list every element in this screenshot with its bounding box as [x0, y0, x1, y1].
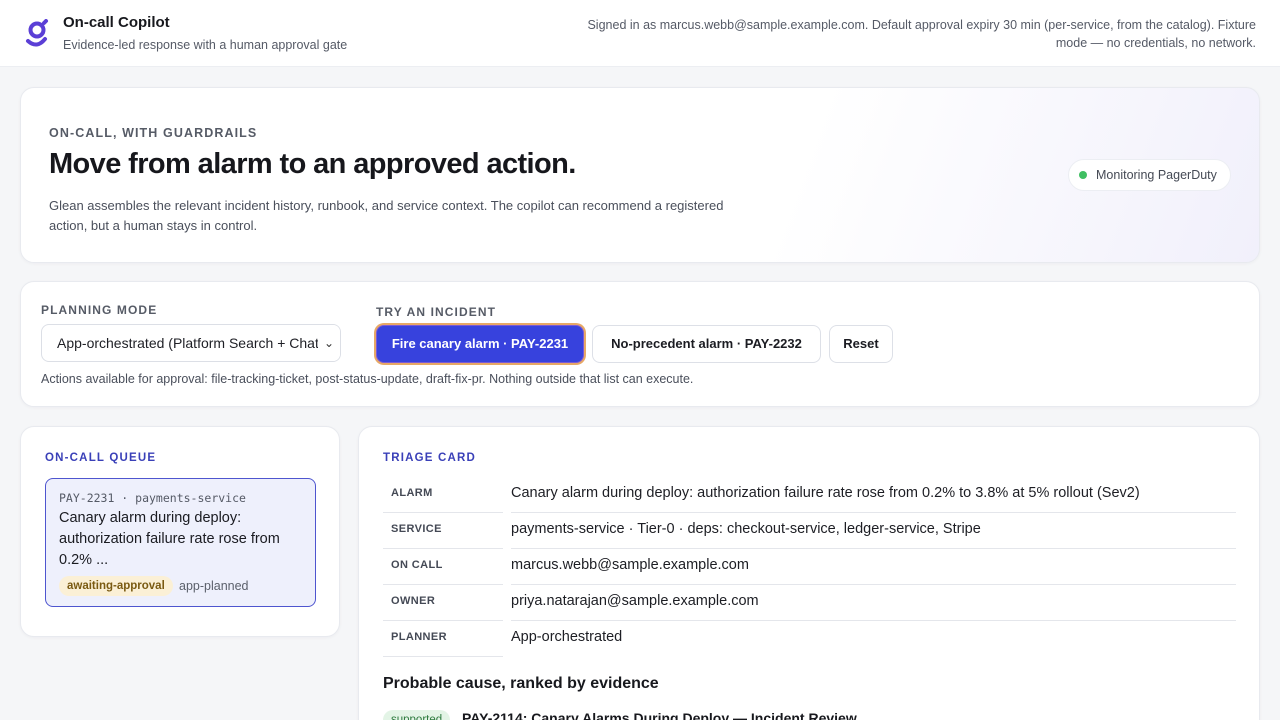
triage-title: Triage card	[383, 452, 477, 464]
evidence-badge: supported	[383, 710, 451, 720]
triage-key: Owner	[391, 595, 436, 607]
triage-key: Alarm	[391, 487, 433, 499]
queue-item[interactable]: PAY-2231 · payments-service Canary alarm…	[45, 478, 316, 607]
monitoring-status-label: Monitoring PagerDuty	[1096, 168, 1217, 182]
planning-mode-label: Planning mode	[41, 303, 158, 317]
row-divider	[383, 656, 503, 657]
app-title: On-call Copilot	[63, 14, 170, 31]
g-logo-icon	[26, 19, 48, 47]
triage-row-alarm: Alarm Canary alarm during deploy: author…	[383, 477, 1236, 513]
triage-card: Triage card Alarm Canary alarm during de…	[358, 426, 1260, 720]
status-dot-icon	[1079, 171, 1087, 179]
fire-canary-alarm-button[interactable]: Fire canary alarm · PAY-2231	[376, 325, 584, 363]
app-subtitle: Evidence-led response with a human appro…	[63, 38, 348, 52]
no-precedent-alarm-button[interactable]: No-precedent alarm · PAY-2232	[592, 325, 821, 363]
triage-key: On call	[391, 559, 443, 571]
triage-row-on-call: On call marcus.webb@sample.example.com	[383, 549, 1236, 585]
triage-key: Planner	[391, 631, 447, 643]
queue-title: On-call queue	[45, 452, 157, 464]
triage-row-planner: Planner App-orchestrated	[383, 621, 1236, 657]
triage-value: priya.natarajan@sample.example.com	[511, 593, 759, 609]
controls-card: Planning mode App-orchestrated (Platform…	[20, 281, 1260, 407]
evidence-item-title[interactable]: PAY-2114: Canary Alarms During Deploy — …	[462, 710, 857, 720]
hero-card: On-call, with guardrails Move from alarm…	[20, 87, 1260, 263]
hero-description: Glean assembles the relevant incident hi…	[49, 198, 724, 233]
triage-value: Canary alarm during deploy: authorizatio…	[511, 485, 1140, 501]
top-bar: On-call Copilot Evidence-led response wi…	[0, 0, 1280, 67]
hero-title: Move from alarm to an approved action.	[49, 148, 576, 180]
monitoring-status-badge: Monitoring PagerDuty	[1068, 159, 1231, 191]
queue-item-meta: PAY-2231 · payments-service	[59, 491, 246, 505]
chevron-down-icon: ⌄	[318, 325, 340, 361]
allowed-actions-note: Actions available for approval: file-tra…	[41, 372, 694, 386]
queue-item-summary: Canary alarm during deploy: authorizatio…	[59, 510, 280, 568]
triage-value: App-orchestrated	[511, 629, 623, 645]
triage-row-service: Service payments-service · Tier-0 · deps…	[383, 513, 1236, 549]
triage-value: payments-service · Tier-0 · deps: checko…	[511, 521, 981, 537]
planning-mode-value: App-orchestrated (Platform Search + Chat…	[57, 335, 324, 351]
on-call-queue-card: On-call queue PAY-2231 · payments-servic…	[20, 426, 340, 637]
triage-key: Service	[391, 523, 442, 535]
probable-cause-heading: Probable cause, ranked by evidence	[383, 675, 659, 692]
triage-value: marcus.webb@sample.example.com	[511, 557, 749, 573]
planning-mode-select[interactable]: App-orchestrated (Platform Search + Chat…	[41, 324, 341, 362]
planner-tag: app-planned	[179, 579, 249, 593]
signed-in-status: Signed in as marcus.webb@sample.example.…	[587, 18, 1256, 50]
triage-row-owner: Owner priya.natarajan@sample.example.com	[383, 585, 1236, 621]
reset-button[interactable]: Reset	[829, 325, 893, 363]
status-badge: awaiting-approval	[59, 576, 173, 596]
hero-eyebrow: On-call, with guardrails	[49, 126, 258, 140]
try-incident-label: Try an incident	[376, 305, 497, 319]
